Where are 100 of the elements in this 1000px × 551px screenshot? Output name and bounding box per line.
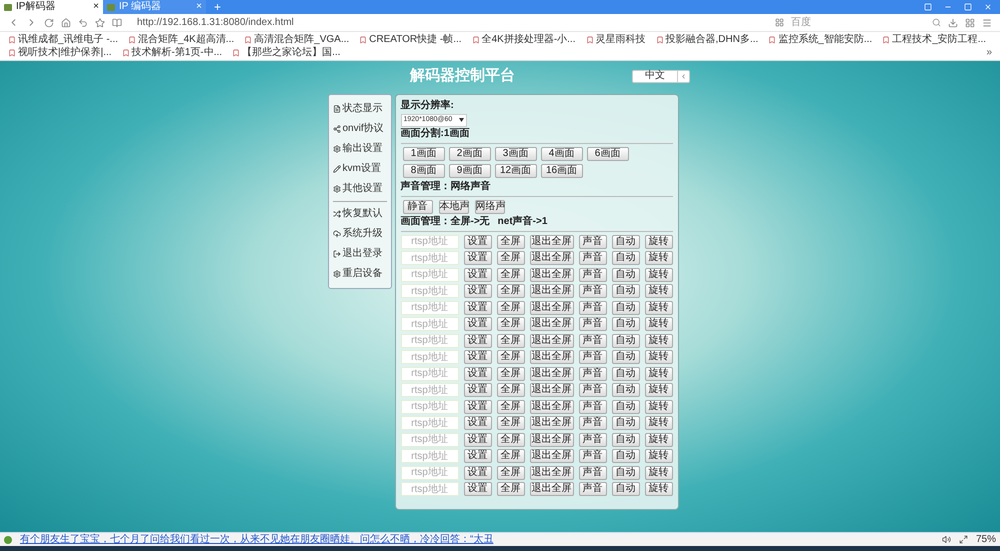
layout-button[interactable]: 6画面 bbox=[586, 146, 628, 160]
stream-button[interactable]: 退出全屏 bbox=[530, 482, 574, 496]
stream-button[interactable]: 全屏 bbox=[496, 300, 524, 314]
stream-button[interactable]: 全屏 bbox=[496, 466, 524, 480]
stream-button[interactable]: 旋转 bbox=[644, 449, 672, 463]
stream-button[interactable]: 全屏 bbox=[496, 334, 524, 348]
star-icon[interactable] bbox=[95, 18, 105, 28]
grid-icon[interactable] bbox=[775, 18, 784, 27]
stream-button[interactable]: 设置 bbox=[464, 317, 492, 331]
stream-button[interactable]: 退出全屏 bbox=[530, 383, 574, 397]
stream-button[interactable]: 设置 bbox=[464, 300, 492, 314]
download-icon[interactable] bbox=[948, 18, 958, 28]
reader-icon[interactable] bbox=[112, 18, 122, 28]
stream-button[interactable]: 全屏 bbox=[496, 366, 524, 380]
rtsp-field[interactable]: rtsp地址 bbox=[400, 432, 458, 446]
undo-icon[interactable] bbox=[78, 18, 88, 28]
audio-button[interactable]: 本地声 bbox=[438, 200, 468, 214]
stream-button[interactable]: 声音 bbox=[578, 300, 606, 314]
stream-button[interactable]: 自动 bbox=[612, 251, 640, 265]
stream-button[interactable]: 声音 bbox=[578, 366, 606, 380]
stream-button[interactable]: 退出全屏 bbox=[530, 300, 574, 314]
stream-button[interactable]: 退出全屏 bbox=[530, 350, 574, 364]
stream-button[interactable]: 自动 bbox=[612, 284, 640, 298]
layout-button[interactable]: 2画面 bbox=[448, 146, 490, 160]
rtsp-field[interactable]: rtsp地址 bbox=[400, 366, 458, 380]
stream-button[interactable]: 退出全屏 bbox=[530, 317, 574, 331]
sidebar-item[interactable]: 其他设置 bbox=[332, 178, 386, 198]
more-bookmarks[interactable]: » bbox=[986, 46, 992, 59]
sidebar-item[interactable]: 输出设置 bbox=[332, 138, 386, 158]
stream-button[interactable]: 设置 bbox=[464, 350, 492, 364]
stream-button[interactable]: 声音 bbox=[578, 466, 606, 480]
url-field[interactable]: http://192.168.1.31:8080/index.html bbox=[137, 15, 768, 30]
search-icon[interactable] bbox=[932, 18, 941, 27]
stream-button[interactable]: 旋转 bbox=[644, 251, 672, 265]
audio-button[interactable]: 网络声 bbox=[474, 200, 504, 214]
layout-button[interactable]: 12画面 bbox=[494, 164, 536, 178]
stream-button[interactable]: 旋转 bbox=[644, 317, 672, 331]
stream-button[interactable]: 声音 bbox=[578, 284, 606, 298]
stream-button[interactable]: 旋转 bbox=[644, 432, 672, 446]
close-button[interactable]: × bbox=[93, 2, 99, 12]
stream-button[interactable]: 旋转 bbox=[644, 400, 672, 414]
stream-button[interactable]: 设置 bbox=[464, 251, 492, 265]
stream-button[interactable]: 退出全屏 bbox=[530, 416, 574, 430]
stream-button[interactable]: 声音 bbox=[578, 317, 606, 331]
stream-button[interactable]: 全屏 bbox=[496, 317, 524, 331]
rtsp-field[interactable]: rtsp地址 bbox=[400, 300, 458, 314]
stream-button[interactable]: 设置 bbox=[464, 432, 492, 446]
stream-button[interactable]: 声音 bbox=[578, 334, 606, 348]
rtsp-field[interactable]: rtsp地址 bbox=[400, 234, 458, 248]
layout-button[interactable]: 1画面 bbox=[402, 146, 444, 160]
stream-button[interactable]: 自动 bbox=[612, 466, 640, 480]
new-tab-button[interactable]: + bbox=[206, 0, 230, 14]
stream-button[interactable]: 设置 bbox=[464, 366, 492, 380]
stream-button[interactable]: 声音 bbox=[578, 268, 606, 282]
apps-icon[interactable] bbox=[965, 18, 975, 28]
stream-button[interactable]: 全屏 bbox=[496, 482, 524, 496]
stream-button[interactable]: 退出全屏 bbox=[530, 334, 574, 348]
sidebar-item[interactable]: 系统升级 bbox=[332, 224, 386, 244]
stream-button[interactable]: 全屏 bbox=[496, 284, 524, 298]
sidebar-item[interactable]: onvif协议 bbox=[332, 118, 386, 138]
stream-button[interactable]: 自动 bbox=[612, 334, 640, 348]
stream-button[interactable]: 声音 bbox=[578, 251, 606, 265]
layout-button[interactable]: 9画面 bbox=[448, 164, 490, 178]
stream-button[interactable]: 声音 bbox=[578, 416, 606, 430]
stream-button[interactable]: 设置 bbox=[464, 284, 492, 298]
menu-icon[interactable] bbox=[982, 18, 992, 28]
bookmark[interactable]: 监控系统_智能安防... bbox=[768, 33, 872, 46]
stream-button[interactable]: 声音 bbox=[578, 234, 606, 248]
bookmark[interactable]: 混合矩阵_4K超高清... bbox=[128, 33, 234, 46]
bookmark[interactable]: 视听技术|维护保养|... bbox=[8, 46, 112, 59]
layout-button[interactable]: 8画面 bbox=[402, 164, 444, 178]
stream-button[interactable]: 声音 bbox=[578, 383, 606, 397]
stream-button[interactable]: 旋转 bbox=[644, 300, 672, 314]
rtsp-field[interactable]: rtsp地址 bbox=[400, 400, 458, 414]
stream-button[interactable]: 设置 bbox=[464, 482, 492, 496]
rtsp-field[interactable]: rtsp地址 bbox=[400, 350, 458, 364]
stream-button[interactable]: 退出全屏 bbox=[530, 251, 574, 265]
maximize-icon[interactable] bbox=[964, 3, 972, 11]
close-icon[interactable] bbox=[984, 3, 992, 11]
stream-button[interactable]: 声音 bbox=[578, 350, 606, 364]
stream-button[interactable]: 全屏 bbox=[496, 234, 524, 248]
bookmark[interactable]: 高清混合矩阵_VGA... bbox=[244, 33, 350, 46]
stream-button[interactable]: 设置 bbox=[464, 466, 492, 480]
stream-button[interactable]: 设置 bbox=[464, 416, 492, 430]
stream-button[interactable]: 退出全屏 bbox=[530, 234, 574, 248]
bookmark[interactable]: CREATOR快捷 -帧... bbox=[359, 33, 462, 46]
stream-button[interactable]: 全屏 bbox=[496, 251, 524, 265]
stream-button[interactable]: 旋转 bbox=[644, 416, 672, 430]
stream-button[interactable]: 自动 bbox=[612, 366, 640, 380]
stream-button[interactable]: 设置 bbox=[464, 449, 492, 463]
rtsp-field[interactable]: rtsp地址 bbox=[400, 317, 458, 331]
stream-button[interactable]: 退出全屏 bbox=[530, 400, 574, 414]
stream-button[interactable]: 旋转 bbox=[644, 482, 672, 496]
stream-button[interactable]: 全屏 bbox=[496, 268, 524, 282]
stream-button[interactable]: 设置 bbox=[464, 400, 492, 414]
stream-button[interactable]: 退出全屏 bbox=[530, 466, 574, 480]
rtsp-field[interactable]: rtsp地址 bbox=[400, 268, 458, 282]
rtsp-field[interactable]: rtsp地址 bbox=[400, 383, 458, 397]
stream-button[interactable]: 旋转 bbox=[644, 234, 672, 248]
stream-button[interactable]: 设置 bbox=[464, 334, 492, 348]
